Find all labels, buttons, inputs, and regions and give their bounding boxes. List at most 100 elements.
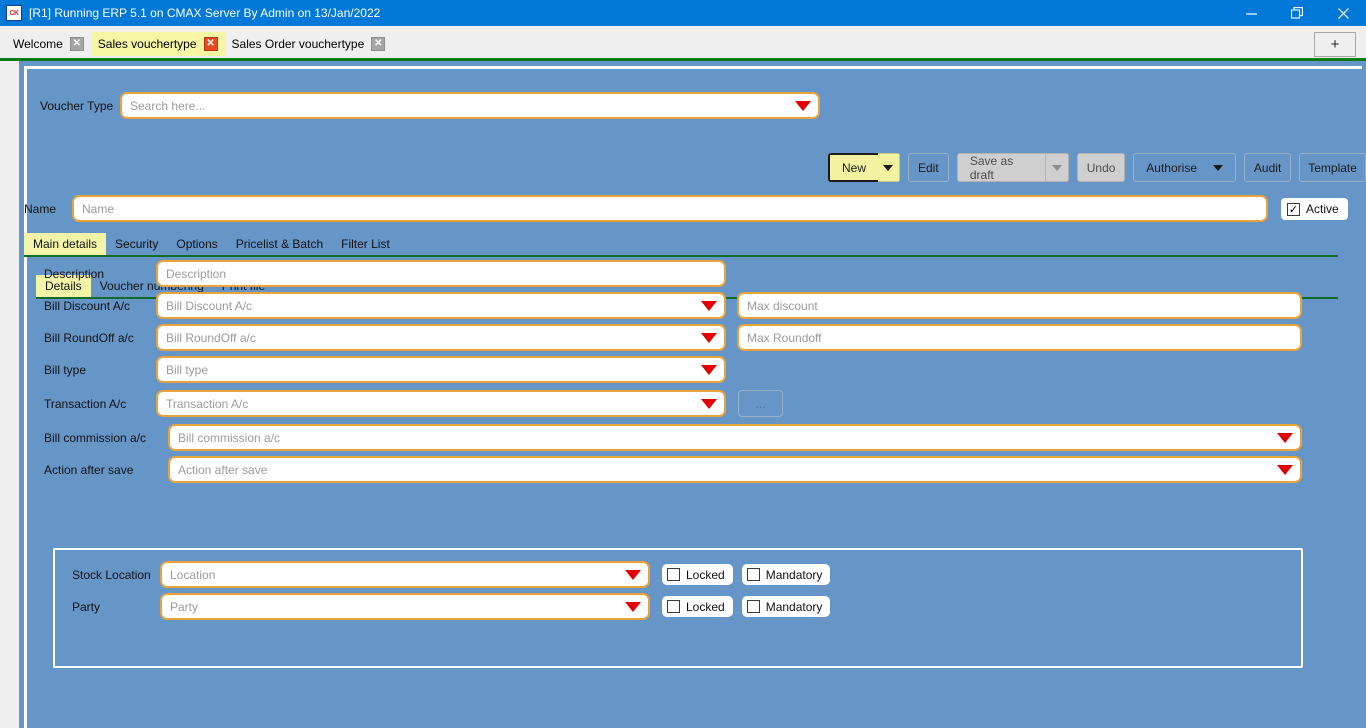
transaction-ac-browse-button[interactable]: ... <box>738 390 783 417</box>
checkbox-icon <box>667 600 680 613</box>
locked-label: Locked <box>686 567 725 582</box>
tab-sales-vouchertype[interactable]: Sales vouchertype ✕ <box>90 31 225 56</box>
tab-label: Sales vouchertype <box>97 36 197 51</box>
template-button[interactable]: Template <box>1299 153 1366 182</box>
close-icon[interactable]: ✕ <box>203 36 218 51</box>
save-as-draft-button[interactable]: Save as draft <box>956 153 1046 182</box>
description-row: Description Description <box>44 260 726 287</box>
new-button[interactable]: New <box>828 153 879 182</box>
bill-commission-placeholder: Bill commission a/c <box>178 430 281 445</box>
voucher-type-label: Voucher Type <box>40 98 114 113</box>
active-checkbox[interactable]: ✓ Active <box>1281 198 1348 220</box>
close-icon[interactable]: ✕ <box>69 36 84 51</box>
action-after-save-select[interactable]: Action after save <box>168 456 1302 483</box>
title-bar: CK [R1] Running ERP 5.1 on CMAX Server B… <box>0 0 1366 26</box>
name-input[interactable]: Name <box>72 195 1268 222</box>
name-row: Name Name <box>24 195 1268 222</box>
document-tabs: Welcome ✕ Sales vouchertype ✕ Sales Orde… <box>0 26 392 61</box>
add-tab-button[interactable]: + <box>1314 32 1356 57</box>
transaction-ac-placeholder: Transaction A/c <box>166 396 249 411</box>
action-after-save-label: Action after save <box>44 462 134 477</box>
checkbox-icon: ✓ <box>1287 202 1300 216</box>
add-tab-wrap: + <box>1314 26 1356 61</box>
minimize-icon[interactable] <box>1228 0 1274 26</box>
description-label: Description <box>44 266 105 281</box>
close-icon[interactable] <box>1320 0 1366 26</box>
restore-icon[interactable] <box>1274 0 1320 26</box>
max-discount-input[interactable]: Max discount <box>737 292 1302 319</box>
max-discount-placeholder: Max discount <box>747 298 818 313</box>
action-after-save-row: Action after save Action after save <box>44 456 1302 483</box>
chevron-down-icon[interactable] <box>701 300 717 311</box>
mandatory-label: Mandatory <box>765 599 823 614</box>
voucher-type-placeholder: Search here... <box>130 98 206 113</box>
party-placeholder: Party <box>170 599 199 614</box>
tab-pricelist-batch[interactable]: Pricelist & Batch <box>227 233 332 255</box>
transaction-ac-row: Transaction A/c Transaction A/c ... <box>44 390 783 417</box>
close-icon[interactable]: ✕ <box>371 36 386 51</box>
edit-button[interactable]: Edit <box>907 153 949 182</box>
window-title: [R1] Running ERP 5.1 on CMAX Server By A… <box>29 6 381 20</box>
app-icon: CK <box>6 5 22 21</box>
window-controls <box>1228 0 1366 26</box>
chevron-down-icon <box>1213 164 1223 171</box>
bill-roundoff-select[interactable]: Bill RoundOff a/c <box>156 324 726 351</box>
stock-location-mandatory-checkbox[interactable]: Mandatory <box>741 564 831 585</box>
bill-commission-select[interactable]: Bill commission a/c <box>168 424 1302 451</box>
transaction-ac-select[interactable]: Transaction A/c <box>156 390 726 417</box>
save-as-draft-dropdown-button[interactable] <box>1045 153 1069 182</box>
tab-main-details[interactable]: Main details <box>24 233 107 255</box>
name-label: Name <box>24 201 57 216</box>
tab-security[interactable]: Security <box>106 233 167 255</box>
party-locked-checkbox[interactable]: Locked <box>662 596 733 617</box>
main-tab-bar: Main details Security Options Pricelist … <box>24 233 1338 257</box>
undo-button[interactable]: Undo <box>1076 153 1126 182</box>
tab-sales-order-vouchertype[interactable]: Sales Order vouchertype ✕ <box>225 32 393 56</box>
chevron-down-icon[interactable] <box>795 100 811 111</box>
chevron-down-icon[interactable] <box>1277 432 1293 443</box>
chevron-down-icon[interactable] <box>701 398 717 409</box>
new-dropdown-button[interactable] <box>878 153 900 182</box>
chevron-down-icon[interactable] <box>701 364 717 375</box>
party-mandatory-checkbox[interactable]: Mandatory <box>741 596 831 617</box>
checkbox-icon <box>746 568 760 581</box>
bill-discount-row: Bill Discount A/c Bill Discount A/c Max … <box>44 292 1302 319</box>
bill-type-placeholder: Bill type <box>166 362 209 377</box>
save-as-draft-split-button[interactable]: Save as draft <box>956 153 1069 182</box>
description-input[interactable]: Description <box>156 260 726 287</box>
chevron-down-icon <box>1052 164 1063 171</box>
chevron-down-icon[interactable] <box>1277 464 1293 475</box>
mandatory-label: Mandatory <box>765 567 823 582</box>
party-select[interactable]: Party <box>160 593 650 620</box>
chevron-down-icon[interactable] <box>625 601 641 612</box>
voucher-type-search-input[interactable]: Search here... <box>120 92 820 119</box>
description-placeholder: Description <box>166 266 227 281</box>
authorise-dropdown-button[interactable]: Authorise <box>1133 153 1236 182</box>
tab-options[interactable]: Options <box>167 233 226 255</box>
audit-button[interactable]: Audit <box>1244 153 1292 182</box>
checkbox-icon <box>746 600 760 613</box>
workspace: Voucher Type Search here... New Edit Sav… <box>0 61 1366 728</box>
tab-welcome[interactable]: Welcome ✕ <box>6 32 91 56</box>
chevron-down-icon <box>883 164 894 171</box>
max-roundoff-input[interactable]: Max Roundoff <box>737 324 1302 351</box>
bill-type-row: Bill type Bill type <box>44 356 726 383</box>
authorise-label: Authorise <box>1146 160 1197 175</box>
bill-commission-row: Bill commission a/c Bill commission a/c <box>44 424 1302 451</box>
bill-type-select[interactable]: Bill type <box>156 356 726 383</box>
stock-location-locked-checkbox[interactable]: Locked <box>662 564 733 585</box>
action-after-save-placeholder: Action after save <box>178 462 268 477</box>
new-split-button[interactable]: New <box>828 153 900 182</box>
chevron-down-icon[interactable] <box>701 332 717 343</box>
tab-filter-list[interactable]: Filter List <box>332 233 399 255</box>
chevron-down-icon[interactable] <box>625 569 641 580</box>
active-label: Active <box>1306 202 1339 216</box>
party-row: Party Party Locked Mandatory <box>72 593 831 620</box>
bill-discount-select[interactable]: Bill Discount A/c <box>156 292 726 319</box>
transaction-ac-label: Transaction A/c <box>44 396 127 411</box>
party-label: Party <box>72 599 101 614</box>
stock-location-select[interactable]: Location <box>160 561 650 588</box>
bill-discount-placeholder: Bill Discount A/c <box>166 298 253 313</box>
tab-strip: Welcome ✕ Sales vouchertype ✕ Sales Orde… <box>0 26 1366 61</box>
bill-roundoff-row: Bill RoundOff a/c Bill RoundOff a/c Max … <box>44 324 1302 351</box>
